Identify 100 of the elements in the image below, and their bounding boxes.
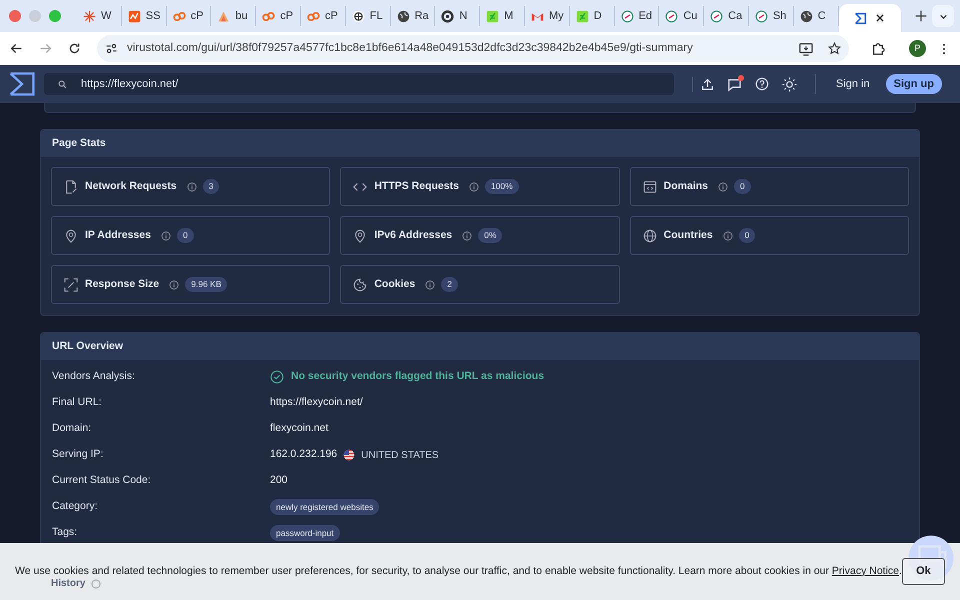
- stat-label: HTTPS Requests: [374, 178, 459, 194]
- info-icon[interactable]: [91, 578, 102, 588]
- stat-label: Domains: [664, 178, 708, 194]
- search-field[interactable]: https://flexycoin.net/: [44, 73, 674, 95]
- address-bar[interactable]: virustotal.com/gui/url/38f0f79257a4577fc1bc8e1bf6e614a48e049153d2dfc3d23c39842b2e4b45e9/gti-summary: [97, 35, 849, 62]
- sign-in-link[interactable]: Sign in: [834, 76, 872, 92]
- info-icon[interactable]: [160, 230, 171, 240]
- wave-logo-icon: [128, 10, 141, 22]
- info-icon[interactable]: [462, 230, 472, 240]
- site-settings-icon: [105, 42, 118, 55]
- stat-count: 0%: [478, 228, 502, 243]
- cp-logo-icon: [172, 10, 186, 22]
- cp-logo-icon: [306, 10, 320, 22]
- plus-icon[interactable]: [914, 10, 927, 22]
- privacy-notice-link[interactable]: Privacy Notice: [832, 564, 900, 577]
- country-name: UNITED STATES: [361, 448, 439, 462]
- tag-chip[interactable]: newly registered websites: [270, 498, 380, 516]
- field-label: Vendors Analysis:: [52, 369, 136, 384]
- extensions-icon[interactable]: [871, 42, 885, 56]
- browser-tab[interactable]: [838, 4, 901, 32]
- gauge-icon: [665, 10, 678, 22]
- stat-count: 100%: [484, 179, 519, 194]
- stat-count: 0: [738, 228, 756, 243]
- document-edit-icon: [64, 180, 78, 194]
- stat-label: Countries: [664, 228, 713, 243]
- profile-avatar[interactable]: P: [909, 40, 926, 57]
- ok-button[interactable]: Ok: [902, 558, 945, 585]
- field-label: Serving IP:: [52, 447, 104, 462]
- gauge-icon: [620, 10, 634, 22]
- install-app-icon[interactable]: [799, 42, 813, 56]
- cp-logo-icon: [262, 10, 276, 22]
- tag-chip[interactable]: password-input: [270, 524, 340, 542]
- stat-label: Cookies: [374, 276, 416, 292]
- stat-label: Response Size: [85, 276, 160, 292]
- gauge-icon: [754, 10, 768, 22]
- section-title: URL Overview: [52, 338, 124, 354]
- section-title: Page Stats: [52, 136, 106, 151]
- browser-tab[interactable]: C: [794, 6, 839, 26]
- sign-up-button[interactable]: Sign up: [886, 74, 942, 94]
- pyramid-icon: [217, 10, 230, 22]
- field-label: Category:: [52, 499, 99, 514]
- browser-window-icon: [642, 180, 657, 194]
- sigma-logo-icon: [854, 12, 868, 24]
- gauge-icon: [710, 10, 724, 22]
- resize-icon: [64, 278, 78, 292]
- stat-count: 9.96 KB: [185, 277, 228, 292]
- browser-tab[interactable]: M: [480, 6, 525, 26]
- address-text: virustotal.com/gui/url/38f0f79257a4577fc1bc8e1bf6e614a48e049153d2dfc3d23c39842b2e4b45e9/gti-summary: [127, 40, 694, 56]
- info-icon[interactable]: [186, 182, 197, 192]
- browser-tab[interactable]: Cu: [659, 6, 704, 26]
- field-value: 162.0.232.196: [270, 447, 338, 462]
- browser-tab[interactable]: cP: [256, 6, 301, 26]
- browser-tab[interactable]: N: [435, 6, 480, 26]
- browser-tab[interactable]: FL: [346, 6, 391, 26]
- chat-icon[interactable]: [727, 76, 742, 92]
- reload-icon[interactable]: [68, 42, 81, 55]
- field-label: Domain:: [52, 421, 92, 436]
- info-icon[interactable]: [718, 182, 728, 192]
- browser-tab[interactable]: Ca: [704, 6, 749, 26]
- tab-list-button[interactable]: [932, 5, 954, 27]
- info-icon[interactable]: [468, 182, 479, 192]
- location-pin-icon: [64, 228, 78, 242]
- browser-tab[interactable]: W: [77, 6, 122, 26]
- browser-tab[interactable]: Ra: [390, 6, 436, 26]
- sigma-logo-icon[interactable]: [8, 70, 36, 98]
- cookie-icon: [353, 278, 368, 292]
- browser-tab[interactable]: Sh: [748, 6, 794, 26]
- location-pin-icon: [353, 228, 368, 242]
- sun-icon[interactable]: [782, 76, 797, 92]
- stat-label: IPv6 Addresses: [374, 228, 452, 243]
- search-input[interactable]: https://flexycoin.net/: [81, 76, 660, 92]
- browser-tab[interactable]: Ed: [614, 6, 660, 26]
- stat-label: IP Addresses: [85, 228, 151, 243]
- browser-tab[interactable]: My: [524, 6, 570, 26]
- star-icon[interactable]: [828, 42, 841, 55]
- close-window-button[interactable]: [9, 10, 21, 22]
- stat-count: 3: [202, 179, 220, 194]
- leaf-icon: [486, 10, 500, 22]
- upload-icon[interactable]: [701, 78, 714, 90]
- ring-icon: [441, 10, 454, 22]
- browser-tab[interactable]: D: [570, 6, 615, 26]
- help-icon[interactable]: [755, 77, 769, 91]
- close-icon[interactable]: [875, 13, 886, 23]
- browser-tab[interactable]: SS: [122, 6, 167, 26]
- browser-tab[interactable]: cP: [166, 6, 212, 26]
- browser-tab[interactable]: bu: [211, 6, 256, 26]
- info-icon[interactable]: [722, 230, 733, 240]
- stat-count: 0: [734, 179, 751, 194]
- cookie-notice-text: We use cookies and related technologies to remember user preferences, for security, to analyse our traffic, and to enable website functionality. Learn more about cookies in our Privacy Notice.: [15, 564, 902, 578]
- section-title: History: [51, 577, 86, 591]
- verdict-text: No security vendors flagged this URL as malicious: [291, 369, 544, 384]
- leaf-icon: [576, 10, 589, 22]
- field-value: 200: [270, 473, 288, 488]
- check-circle-icon: [270, 370, 284, 384]
- browser-tab[interactable]: cP: [300, 6, 346, 26]
- info-icon[interactable]: [169, 280, 180, 290]
- back-icon[interactable]: [10, 42, 23, 55]
- field-label: Tags:: [52, 525, 78, 540]
- field-label: Final URL:: [52, 395, 103, 410]
- info-icon[interactable]: [425, 280, 436, 290]
